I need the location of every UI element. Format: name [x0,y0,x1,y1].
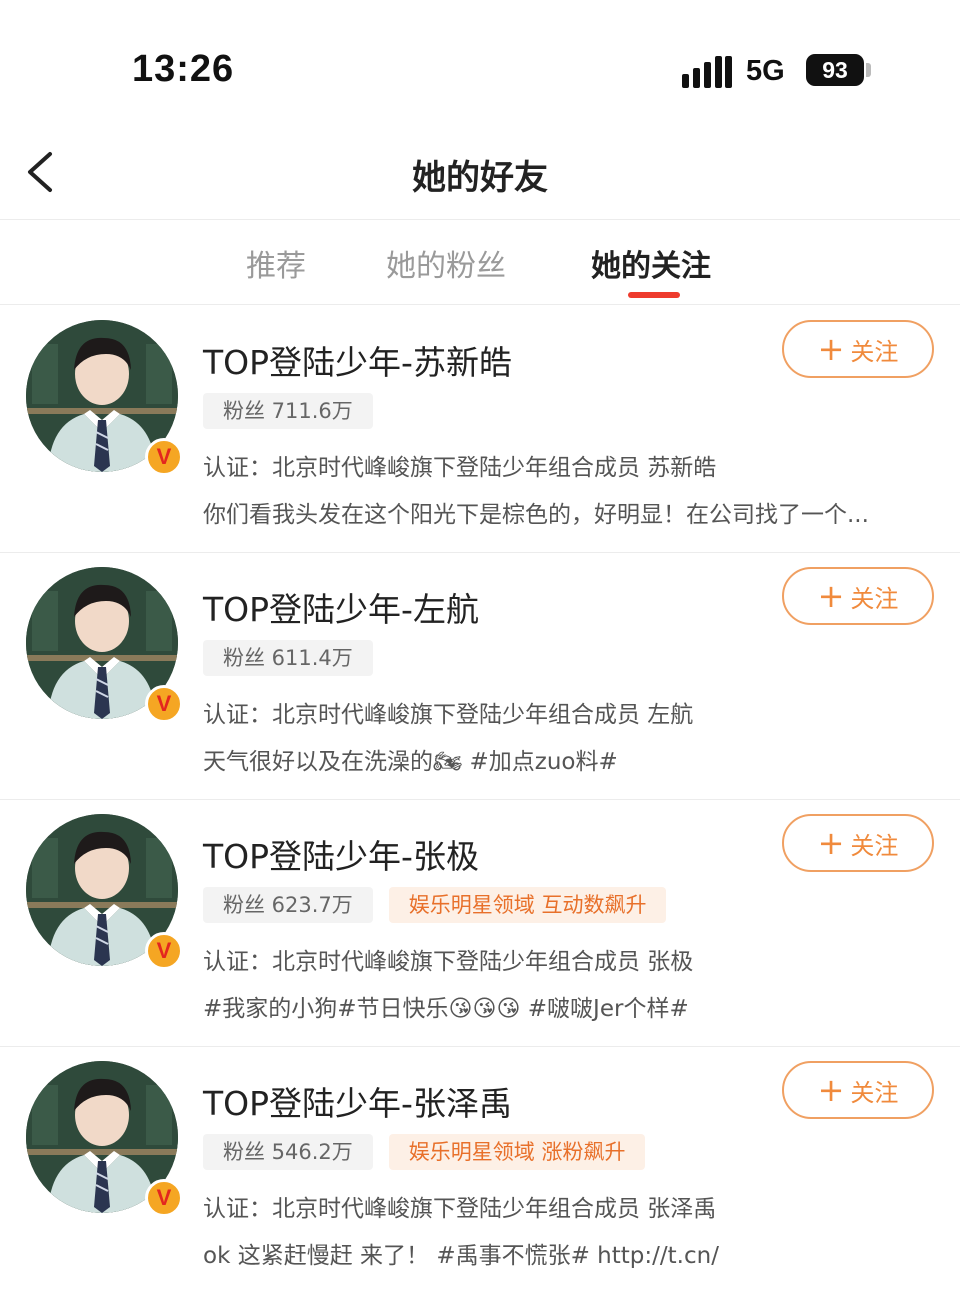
user-badges: 粉丝 711.6万 [203,393,373,429]
verification-text: 认证：北京时代峰峻旗下登陆少年组合成员 左航 [203,702,694,728]
verified-badge-icon: V [145,1179,183,1217]
latest-post: ok 这紧赶慢赶 来了！ #禹事不慌张# http://t.cn/ [203,1243,719,1269]
battery-icon: 93 [806,54,864,86]
plus-icon: + [817,1071,845,1109]
battery-tip [866,63,871,77]
follow-label: 关注 [850,831,899,860]
tab-bar: 推荐 她的粉丝 她的关注 [0,221,960,305]
fans-count: 粉丝 711.6万 [203,393,373,429]
user-badges: 粉丝 546.2万 娱乐明星领域 涨粉飙升 [203,1134,646,1170]
network-type: 5G [746,55,785,87]
trend-tag: 娱乐明星领域 涨粉飙升 [388,1134,646,1170]
latest-post: #我家的小狗#节日快乐😘😘😘 #啵啵Jer个样# [203,996,689,1022]
verified-badge-icon: V [145,685,183,723]
latest-post: 你们看我头发在这个阳光下是棕色的，好明显！在公司找了一个... [203,502,869,528]
list-item[interactable]: V TOP登陆少年-苏新皓 粉丝 711.6万 认证：北京时代峰峻旗下登陆少年组… [0,306,960,553]
user-name[interactable]: TOP登陆少年-张泽禹 [203,1077,512,1125]
follow-label: 关注 [850,584,899,613]
verified-badge-icon: V [145,932,183,970]
verification-text: 认证：北京时代峰峻旗下登陆少年组合成员 张极 [203,949,694,975]
nav-header: 她的好友 [0,120,960,220]
signal-icon [682,54,732,88]
plus-icon: + [817,824,845,862]
active-tab-indicator [628,292,680,298]
tab-her-following[interactable]: 她的关注 [591,241,711,285]
status-time: 13:26 [132,48,235,90]
page-title: 她的好友 [412,158,548,198]
follow-button[interactable]: + 关注 [782,1061,934,1119]
list-item[interactable]: V TOP登陆少年-张泽禹 粉丝 546.2万 娱乐明星领域 涨粉飙升 认证：北… [0,1047,960,1292]
verified-badge-icon: V [145,438,183,476]
follow-button[interactable]: + 关注 [782,567,934,625]
latest-post: 天气很好以及在洗澡的🏍 #加点zuo料# [203,749,618,775]
plus-icon: + [817,330,845,368]
status-bar: 13:26 5G 93 [0,0,960,120]
verification-text: 认证：北京时代峰峻旗下登陆少年组合成员 苏新皓 [203,455,717,481]
user-badges: 粉丝 611.4万 [203,640,373,676]
tab-recommend[interactable]: 推荐 [246,241,306,285]
user-list: V TOP登陆少年-苏新皓 粉丝 711.6万 认证：北京时代峰峻旗下登陆少年组… [0,306,960,1292]
follow-button[interactable]: + 关注 [782,320,934,378]
follow-label: 关注 [850,337,899,366]
fans-count: 粉丝 611.4万 [203,640,373,676]
follow-label: 关注 [850,1078,899,1107]
verification-text: 认证：北京时代峰峻旗下登陆少年组合成员 张泽禹 [203,1196,717,1222]
tab-her-fans[interactable]: 她的粉丝 [386,241,506,285]
fans-count: 粉丝 546.2万 [203,1134,373,1170]
list-item[interactable]: V TOP登陆少年-左航 粉丝 611.4万 认证：北京时代峰峻旗下登陆少年组合… [0,553,960,800]
plus-icon: + [817,577,845,615]
fans-count: 粉丝 623.7万 [203,887,373,923]
user-name[interactable]: TOP登陆少年-张极 [203,830,479,878]
follow-button[interactable]: + 关注 [782,814,934,872]
user-name[interactable]: TOP登陆少年-苏新皓 [203,336,512,384]
list-item[interactable]: V TOP登陆少年-张极 粉丝 623.7万 娱乐明星领域 互动数飙升 认证：北… [0,800,960,1047]
user-name[interactable]: TOP登陆少年-左航 [203,583,479,631]
user-badges: 粉丝 623.7万 娱乐明星领域 互动数飙升 [203,887,667,923]
trend-tag: 娱乐明星领域 互动数飙升 [388,887,667,923]
